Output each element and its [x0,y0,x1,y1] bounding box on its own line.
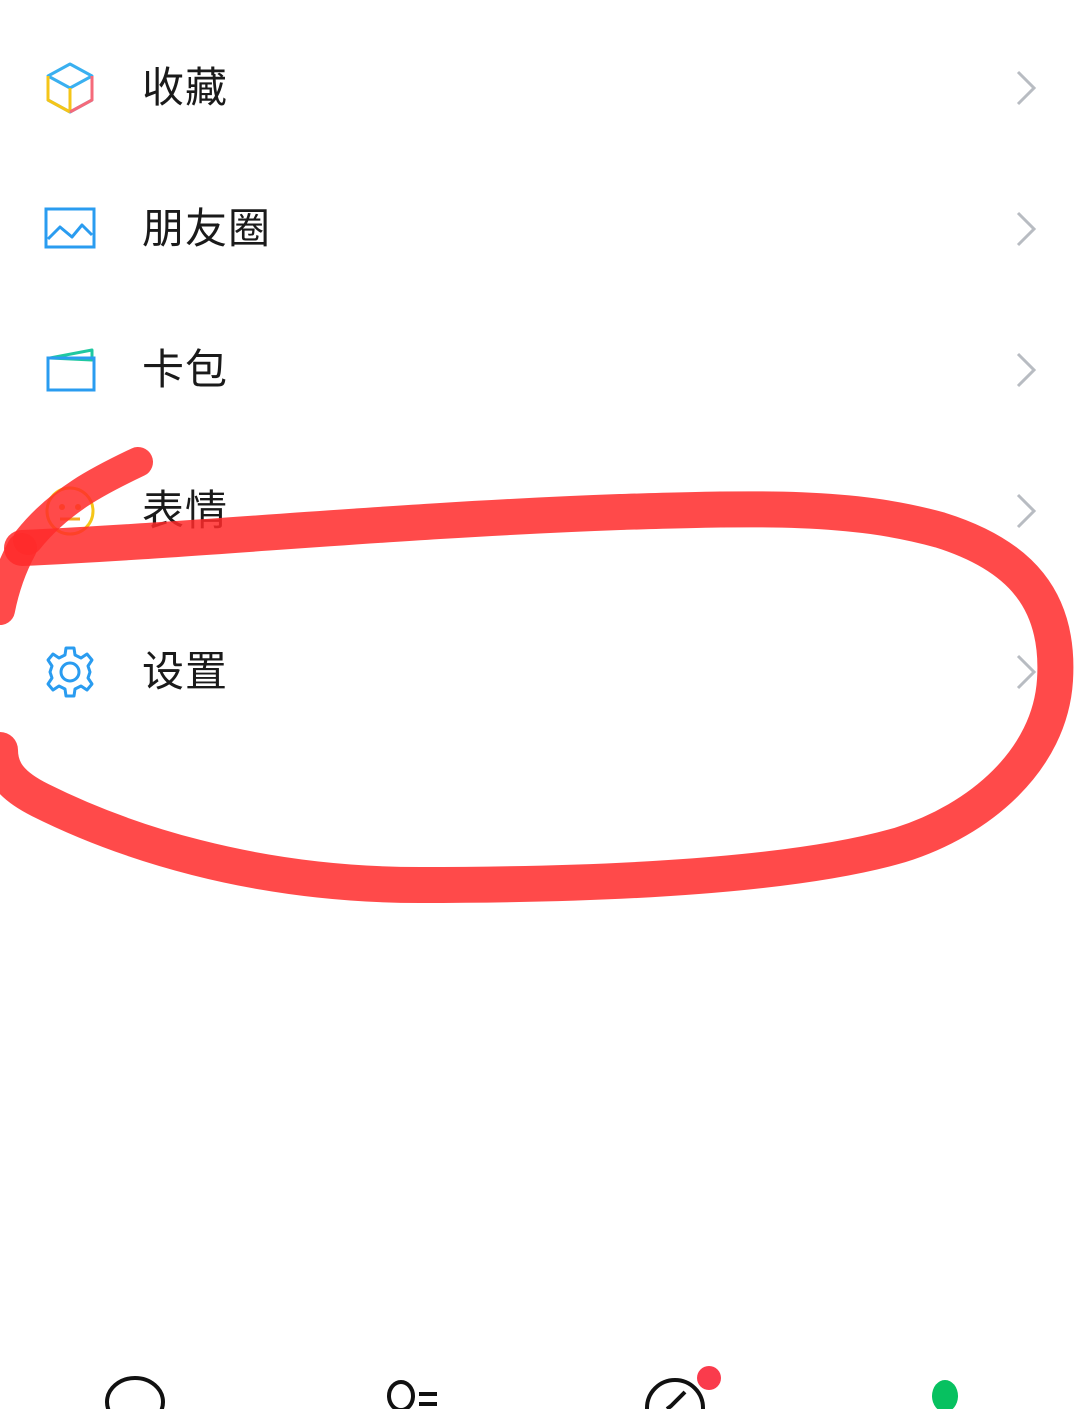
menu-item-label: 收藏 [142,63,229,112]
chevron-right-icon [1016,70,1037,106]
card-wallet-icon [46,348,96,392]
menu-item-card-wallet[interactable]: 卡包 [0,310,1080,430]
favorites-cube-icon [46,62,94,114]
bottom-tab-bar [0,1330,1080,1409]
settings-gear-icon [46,646,94,698]
chevron-right-icon [1016,493,1037,529]
menu-item-label: 设置 [142,647,229,696]
menu-item-stickers[interactable]: 表情 [0,451,1080,571]
chevron-right-icon [1016,654,1037,690]
chevron-right-icon [1016,352,1037,388]
menu-item-label: 表情 [142,486,229,535]
me-icon[interactable] [885,1330,1005,1409]
contacts-icon[interactable] [353,1330,473,1409]
discover-compass-icon[interactable] [615,1330,735,1409]
chevron-right-icon [1016,211,1037,247]
menu-item-label: 卡包 [142,345,229,394]
menu-item-label: 朋友圈 [142,204,272,253]
notification-badge [697,1366,721,1390]
menu-item-moments[interactable]: 朋友圈 [0,169,1080,289]
menu-item-settings[interactable]: 设置 [0,612,1080,732]
chat-bubble-icon[interactable] [75,1330,195,1409]
moments-photo-icon [44,207,96,249]
sticker-face-icon [45,486,95,536]
menu-item-favorites[interactable]: 收藏 [0,28,1080,148]
